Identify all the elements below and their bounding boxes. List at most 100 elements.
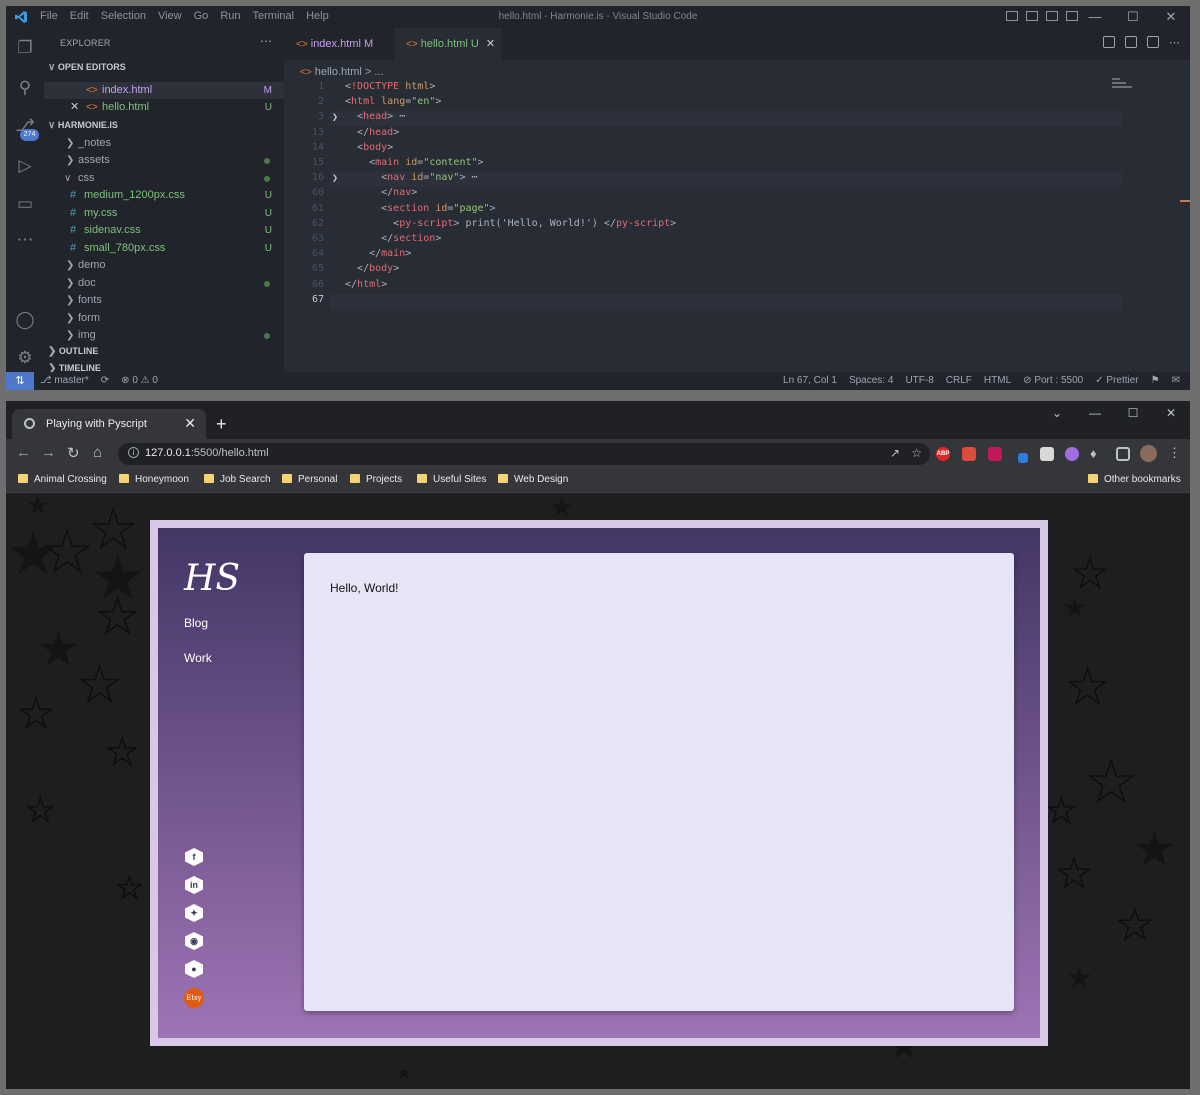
- twitter-icon[interactable]: ✦: [185, 904, 203, 922]
- tab-hello-html[interactable]: <> hello.html U ✕: [394, 28, 502, 60]
- bookmark-folder[interactable]: Web Design: [498, 474, 568, 485]
- tree-item-medium-css[interactable]: # medium_1200px.css U: [44, 187, 284, 204]
- remote-icon[interactable]: ⇅: [6, 372, 34, 390]
- tree-item-form[interactable]: ❯ form: [44, 310, 284, 327]
- nav-link-blog[interactable]: Blog: [184, 616, 208, 630]
- facebook-icon[interactable]: f: [185, 848, 203, 866]
- minimize-icon[interactable]: —: [1076, 401, 1114, 427]
- stack-icon[interactable]: [1040, 447, 1054, 461]
- tree-item-css[interactable]: ∨ css: [44, 170, 284, 187]
- nav-link-work[interactable]: Work: [184, 651, 212, 665]
- minimap[interactable]: [1112, 78, 1142, 98]
- tree-item-demo[interactable]: ❯ demo: [44, 257, 284, 274]
- extensions-puzzle-icon[interactable]: ♦: [1090, 446, 1097, 461]
- forward-icon[interactable]: →: [41, 444, 56, 461]
- browser-menu-icon[interactable]: ⋮: [1168, 445, 1181, 461]
- close-tab-icon[interactable]: ✕: [184, 415, 196, 432]
- line-ending[interactable]: CRLF: [946, 375, 972, 386]
- tree-item-notes[interactable]: ❯ _notes: [44, 135, 284, 152]
- split-editor-icon[interactable]: [1147, 36, 1159, 48]
- more-actions-icon[interactable]: ⋯: [1169, 36, 1180, 49]
- bookmark-folder[interactable]: Animal Crossing: [18, 474, 107, 485]
- bookmark-label: Animal Crossing: [34, 474, 107, 485]
- open-editors-section[interactable]: ∨ OPEN EDITORS: [48, 62, 126, 73]
- tree-item-small-css[interactable]: # small_780px.css U: [44, 240, 284, 257]
- bookmark-folder[interactable]: Honeymoon: [119, 474, 189, 485]
- accounts-icon[interactable]: ◯: [15, 310, 35, 330]
- bookmark-folder[interactable]: Personal: [282, 474, 337, 485]
- remote-explorer-icon[interactable]: ▭: [15, 194, 35, 214]
- outline-section[interactable]: ❯ OUTLINE: [48, 346, 98, 357]
- toggle-secondary-sidebar-icon[interactable]: [1046, 11, 1058, 21]
- preview-icon[interactable]: [1125, 36, 1137, 48]
- indentation[interactable]: Spaces: 4: [849, 375, 893, 386]
- tab-search-icon[interactable]: ⌄: [1038, 401, 1076, 427]
- maximize-icon[interactable]: ☐: [1114, 6, 1152, 28]
- other-bookmarks[interactable]: Other bookmarks: [1088, 474, 1181, 485]
- branch-status[interactable]: ⎇ master*: [40, 375, 89, 386]
- tree-item-my-css[interactable]: # my.css U: [44, 205, 284, 222]
- open-editor-hello[interactable]: ✕ <> hello.html U: [44, 99, 284, 116]
- maximize-icon[interactable]: ☐: [1114, 401, 1152, 427]
- sync-icon[interactable]: ⟳: [101, 375, 109, 386]
- tree-item-assets[interactable]: ❯ assets: [44, 152, 284, 169]
- color-picker-icon[interactable]: [1018, 453, 1028, 463]
- cursor-position[interactable]: Ln 67, Col 1: [783, 375, 837, 386]
- feedback-icon[interactable]: ⚑: [1151, 375, 1160, 386]
- tree-item-fonts[interactable]: ❯ fonts: [44, 292, 284, 309]
- close-editor-icon[interactable]: ✕: [70, 99, 79, 116]
- site-info-icon[interactable]: i: [128, 447, 139, 458]
- tree-item-doc[interactable]: ❯ doc: [44, 275, 284, 292]
- close-icon[interactable]: ✕: [1152, 6, 1190, 28]
- bookmark-folder[interactable]: Useful Sites: [417, 474, 486, 485]
- minimize-icon[interactable]: —: [1076, 6, 1114, 28]
- explorer-icon[interactable]: ❐: [15, 38, 35, 58]
- language-mode[interactable]: HTML: [984, 375, 1011, 386]
- adblock-plus-icon[interactable]: ABP: [936, 447, 950, 461]
- toggle-panel-icon[interactable]: [1026, 11, 1038, 21]
- instagram-icon[interactable]: ◉: [185, 932, 203, 950]
- more-icon[interactable]: ⋯: [15, 230, 35, 250]
- tree-item-img[interactable]: ❯ img: [44, 327, 284, 344]
- live-server-status[interactable]: ⊘ Port : 5500: [1023, 375, 1083, 386]
- etsy-icon[interactable]: Etsy: [184, 988, 204, 1008]
- breadcrumb[interactable]: <> hello.html > ...: [300, 66, 384, 78]
- project-section[interactable]: ∨ HARMONIE.IS: [48, 120, 118, 131]
- address-bar[interactable]: i 127.0.0.1:5500/hello.html ↗ ☆: [118, 443, 930, 465]
- tree-item-sidenav-css[interactable]: # sidenav.css U: [44, 222, 284, 239]
- prettier-status[interactable]: ✓ Prettier: [1095, 375, 1138, 386]
- site-logo[interactable]: HS: [184, 558, 240, 599]
- bookmark-folder[interactable]: Projects: [350, 474, 402, 485]
- explorer-more-icon[interactable]: ⋯: [260, 34, 272, 48]
- settings-gear-icon[interactable]: ⚙: [15, 348, 35, 368]
- todoist-icon[interactable]: [962, 447, 976, 461]
- problems-status[interactable]: ⊗ 0 ⚠ 0: [121, 375, 158, 386]
- share-icon[interactable]: ↗: [890, 446, 900, 460]
- home-icon[interactable]: ⌂: [93, 444, 102, 461]
- open-editor-index[interactable]: <> index.html M: [44, 82, 284, 99]
- extension-icon[interactable]: [988, 447, 1002, 461]
- encoding[interactable]: UTF-8: [905, 375, 933, 386]
- fold-chevron-icon[interactable]: ❯: [332, 173, 338, 184]
- back-icon[interactable]: ←: [16, 444, 31, 461]
- notifications-icon[interactable]: ✉: [1172, 375, 1180, 386]
- fold-chevron-icon[interactable]: ❯: [332, 112, 338, 123]
- close-icon[interactable]: ✕: [1152, 401, 1190, 427]
- vscode-window: File Edit Selection View Go Run Terminal…: [6, 6, 1190, 390]
- search-icon[interactable]: ⚲: [15, 78, 35, 98]
- browser-tab[interactable]: Playing with Pyscript ✕: [12, 409, 206, 439]
- bookmark-folder[interactable]: Job Search: [204, 474, 271, 485]
- compare-icon[interactable]: [1103, 36, 1115, 48]
- side-panel-icon[interactable]: [1116, 447, 1130, 461]
- tab-index-html[interactable]: <> index.html M: [284, 28, 394, 60]
- toggle-sidebar-icon[interactable]: [1006, 11, 1018, 21]
- linkedin-icon[interactable]: in: [185, 876, 203, 894]
- close-tab-icon[interactable]: ✕: [486, 38, 495, 50]
- bookmark-star-icon[interactable]: ☆: [911, 446, 922, 460]
- new-tab-icon[interactable]: +: [216, 414, 227, 435]
- run-debug-icon[interactable]: ▷: [15, 156, 35, 176]
- github-icon[interactable]: ●: [185, 960, 203, 978]
- profile-avatar[interactable]: [1140, 445, 1157, 462]
- reload-icon[interactable]: ↻: [67, 444, 80, 462]
- gradient-extension-icon[interactable]: [1065, 447, 1079, 461]
